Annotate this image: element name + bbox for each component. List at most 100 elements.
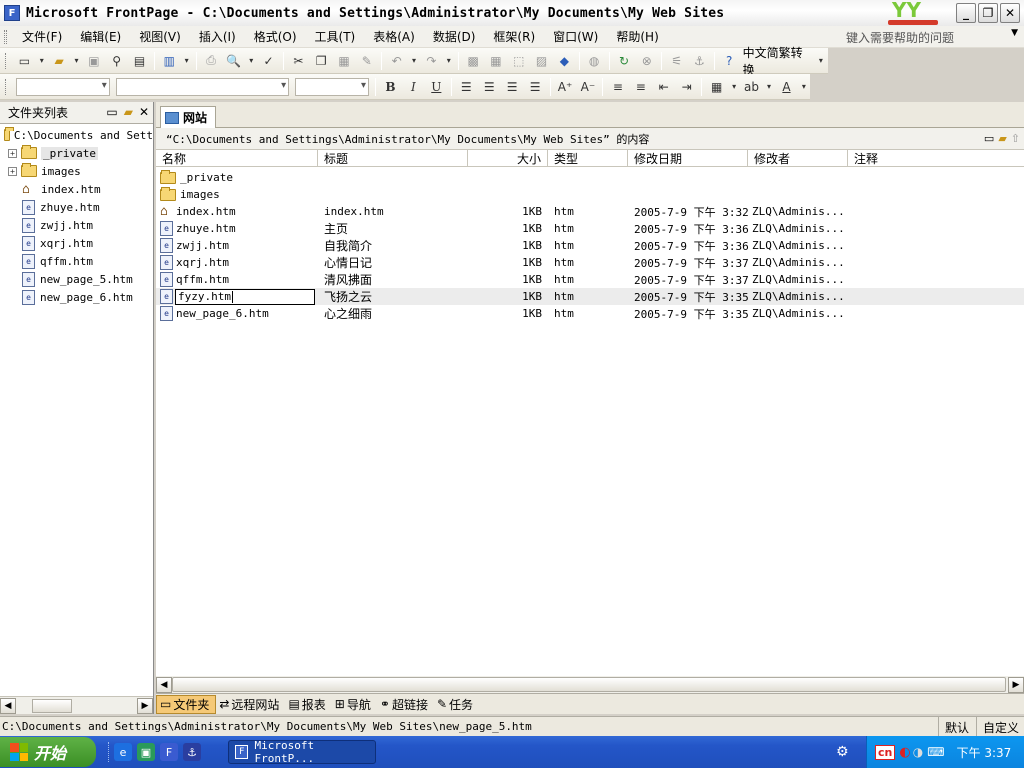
font-size-select[interactable] xyxy=(295,77,369,96)
print-icon[interactable]: ⎙ xyxy=(202,52,221,70)
italic-icon[interactable]: I xyxy=(404,78,423,96)
menu-view[interactable]: 视图(V) xyxy=(130,27,190,47)
decrease-font-icon[interactable]: A⁻ xyxy=(578,78,597,96)
chevron-down-icon[interactable]: ▾ xyxy=(445,52,453,70)
file-row-xqrj[interactable]: e xqrj.htm 心情日记 1KB htm 2005-7-9 下午 3:37 … xyxy=(156,254,1024,271)
menu-format[interactable]: 格式(O) xyxy=(245,27,306,47)
web-component-icon[interactable]: ▩ xyxy=(464,52,483,70)
chevron-down-icon[interactable]: ▾ xyxy=(816,52,826,70)
bold-icon[interactable]: B xyxy=(381,78,400,96)
file-row-qffm[interactable]: e qffm.htm 清风拂面 1KB htm 2005-7-9 下午 3:37 … xyxy=(156,271,1024,288)
file-row-private[interactable]: _private xyxy=(156,169,1024,186)
tree-root[interactable]: C:\Documents and Sett xyxy=(0,126,153,144)
bullet-list-icon[interactable]: ≡ xyxy=(631,78,650,96)
menu-edit[interactable]: 编辑(E) xyxy=(71,27,130,47)
scroll-right-icon[interactable]: ▶ xyxy=(137,697,153,714)
column-modified-by[interactable]: 修改者 xyxy=(748,149,848,167)
help-icon[interactable]: ? xyxy=(720,52,739,70)
close-icon[interactable]: ✕ xyxy=(139,105,149,119)
chevron-down-icon[interactable]: ▾ xyxy=(183,52,191,70)
style-select[interactable] xyxy=(16,77,110,96)
file-row-fyzy[interactable]: e fyzy.htm 飞扬之云 1KB htm 2005-7-9 下午 3:35 … xyxy=(156,288,1024,305)
numbered-list-icon[interactable]: ≡ xyxy=(608,78,627,96)
scroll-thumb[interactable] xyxy=(32,698,72,713)
menu-frames[interactable]: 框架(R) xyxy=(484,27,544,47)
insert-table-icon[interactable]: ▦ xyxy=(487,52,506,70)
open-icon[interactable]: ▰ xyxy=(50,52,69,70)
increase-indent-icon[interactable]: ⇥ xyxy=(677,78,696,96)
new-page-icon[interactable]: ▭ xyxy=(106,105,117,119)
decrease-indent-icon[interactable]: ⇤ xyxy=(654,78,673,96)
align-left-icon[interactable]: ☰ xyxy=(457,78,476,96)
highlight-icon[interactable]: ab xyxy=(742,78,761,96)
underline-icon[interactable]: U xyxy=(427,78,446,96)
ime-status-icon[interactable]: ◐ xyxy=(899,745,910,760)
chevron-down-icon[interactable]: ▼ xyxy=(1011,28,1018,38)
view-folders-tab[interactable]: ▭ 文件夹 xyxy=(156,694,217,714)
toolbar-grip[interactable] xyxy=(5,78,8,95)
publish-icon[interactable]: ▤ xyxy=(130,52,149,70)
menu-help[interactable]: 帮助(H) xyxy=(607,27,667,47)
restore-button[interactable]: ❐ xyxy=(978,3,998,23)
new-page-icon[interactable]: ▭ xyxy=(15,52,34,70)
insert-layer-icon[interactable]: ⬚ xyxy=(509,52,528,70)
tab-website[interactable]: 网站 xyxy=(160,106,217,128)
help-search-input[interactable]: 键入需要帮助的问题 ▼ xyxy=(844,28,1020,46)
network-icon[interactable]: ⚙ xyxy=(836,744,849,760)
toolbar-grip[interactable] xyxy=(4,29,7,44)
tree-item-images[interactable]: + images xyxy=(0,162,153,180)
view-hyperlinks-tab[interactable]: ⚭ 超链接 xyxy=(377,695,434,714)
close-button[interactable]: ✕ xyxy=(1000,3,1020,23)
view-tasks-tab[interactable]: ✎ 任务 xyxy=(434,695,479,714)
rename-input[interactable]: fyzy.htm xyxy=(175,288,315,305)
tree-item-private[interactable]: + _private xyxy=(0,144,153,162)
column-title[interactable]: 标题 xyxy=(318,149,468,167)
save-icon[interactable]: ▣ xyxy=(84,52,103,70)
chevron-down-icon[interactable]: ▾ xyxy=(38,52,46,70)
view-reports-tab[interactable]: ▤ 报表 xyxy=(285,695,331,714)
new-folder-icon[interactable]: ▰ xyxy=(998,132,1006,145)
chevron-down-icon[interactable]: ▾ xyxy=(730,78,738,96)
new-page-icon[interactable]: ▭ xyxy=(984,132,994,145)
new-folder-icon[interactable]: ▰ xyxy=(124,105,133,119)
drawing-icon[interactable]: ◆ xyxy=(555,52,574,70)
tree-item-zwjj[interactable]: e zwjj.htm xyxy=(0,216,153,234)
chevron-down-icon[interactable]: ▾ xyxy=(247,52,255,70)
ie-icon[interactable]: e xyxy=(114,743,132,761)
scroll-thumb[interactable] xyxy=(172,677,1006,692)
chevron-down-icon[interactable]: ▾ xyxy=(800,78,808,96)
start-button[interactable]: 开始 xyxy=(0,737,96,767)
folder-list-scrollbar[interactable]: ◀ ▶ xyxy=(0,696,153,714)
ime-indicator[interactable]: cn xyxy=(875,744,896,760)
align-center-icon[interactable]: ☰ xyxy=(480,78,499,96)
insert-picture-icon[interactable]: ▨ xyxy=(532,52,551,70)
tree-item-xqrj[interactable]: e xqrj.htm xyxy=(0,234,153,252)
up-folder-icon[interactable]: ⇧ xyxy=(1011,132,1020,145)
column-type[interactable]: 类型 xyxy=(548,149,628,167)
font-select[interactable] xyxy=(115,77,290,96)
stop-icon[interactable]: ⊗ xyxy=(637,52,656,70)
scroll-left-icon[interactable]: ◀ xyxy=(0,697,16,714)
column-comments[interactable]: 注释 xyxy=(848,150,1024,167)
scroll-right-icon[interactable]: ▶ xyxy=(1008,676,1024,693)
anchor-app-icon[interactable]: ⚓ xyxy=(183,743,201,761)
desktop-icon[interactable]: ▣ xyxy=(137,743,155,761)
chevron-down-icon[interactable]: ▾ xyxy=(765,78,773,96)
toggle-pane-icon[interactable]: ▥ xyxy=(160,52,179,70)
menu-file[interactable]: 文件(F) xyxy=(13,27,71,47)
spelling-icon[interactable]: ✓ xyxy=(259,52,278,70)
code-snippet-icon[interactable]: ⚟ xyxy=(667,52,686,70)
refresh-icon[interactable]: ↻ xyxy=(615,52,634,70)
file-row-images[interactable]: images xyxy=(156,186,1024,203)
file-row-new-page-6[interactable]: e new_page_6.htm 心之细雨 1KB htm 2005-7-9 下午… xyxy=(156,305,1024,322)
toolbar-grip[interactable] xyxy=(5,52,8,69)
column-name[interactable]: 名称 xyxy=(156,149,318,167)
menu-window[interactable]: 窗口(W) xyxy=(544,27,607,47)
increase-font-icon[interactable]: A⁺ xyxy=(556,78,575,96)
tree-item-index[interactable]: ⌂ index.htm xyxy=(0,180,153,198)
expand-icon[interactable]: + xyxy=(8,166,17,176)
menu-tools[interactable]: 工具(T) xyxy=(306,27,365,47)
scroll-left-icon[interactable]: ◀ xyxy=(156,676,172,693)
volume-icon[interactable]: ◑ xyxy=(913,745,923,759)
file-row-index[interactable]: ⌂ index.htm index.htm 1KB htm 2005-7-9 下午… xyxy=(156,203,1024,220)
